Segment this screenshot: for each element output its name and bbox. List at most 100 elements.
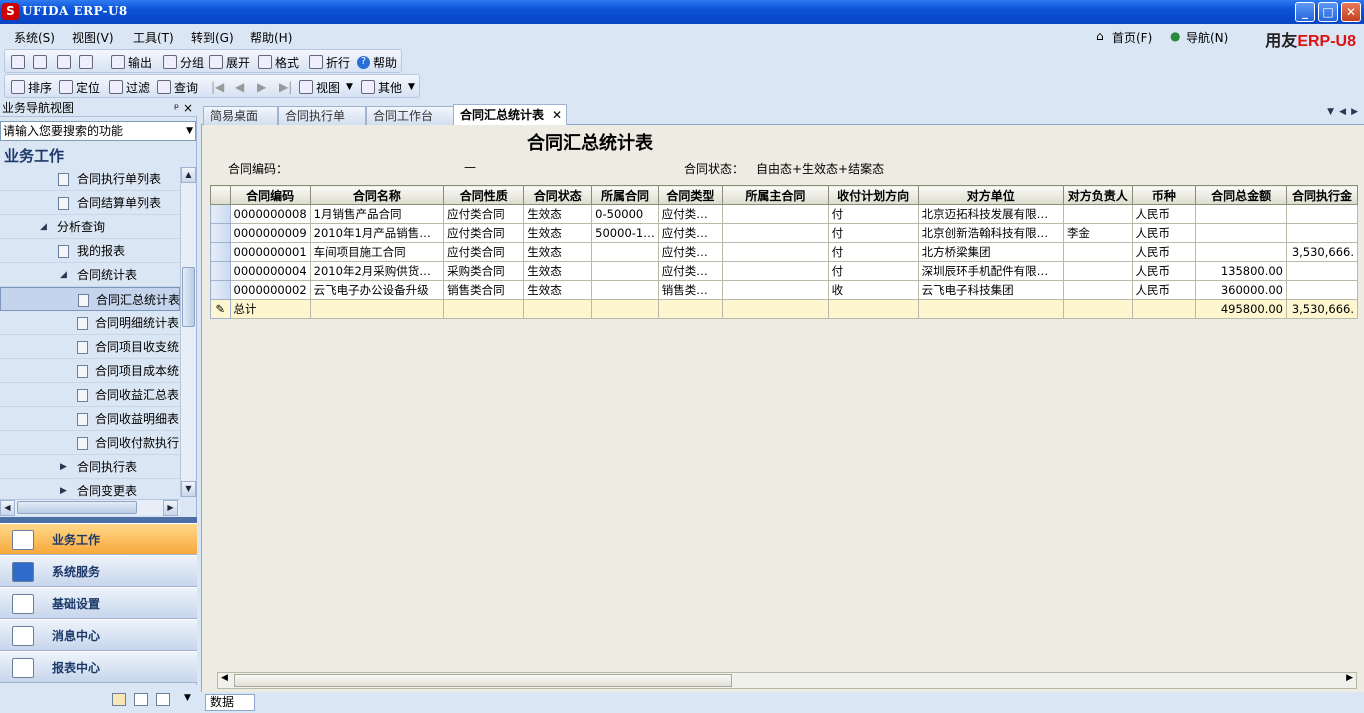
tree-item-contract-change[interactable]: ▶ 合同变更表 — [0, 479, 180, 497]
home-link[interactable]: 首页(F) — [1112, 29, 1152, 46]
column-header[interactable]: 合同编码 — [229, 185, 311, 205]
table-cell[interactable]: 360000.00 — [1195, 280, 1288, 300]
tree-item-contract-settle-list[interactable]: 合同结算单列表 — [0, 191, 180, 215]
table-cell[interactable]: 0000000008 — [229, 204, 311, 224]
table-cell[interactable]: 销售类合同 — [443, 280, 525, 300]
row-header[interactable] — [210, 204, 231, 224]
tree-item-contract-exec-list[interactable]: 合同执行单列表 — [0, 167, 180, 191]
table-cell[interactable]: 50000-1… — [591, 223, 659, 243]
row-header[interactable] — [210, 242, 231, 262]
table-cell[interactable] — [1062, 261, 1133, 281]
tab-prev-icon[interactable]: ◀ — [1339, 107, 1346, 117]
tab-contract-exec[interactable]: 合同执行单 — [278, 106, 366, 125]
table-cell[interactable]: 2010年1月产品销售… — [309, 223, 445, 243]
table-cell[interactable]: 云飞电子科技集团 — [917, 280, 1064, 300]
scroll-right-icon[interactable]: ▶ — [1346, 673, 1353, 683]
table-cell[interactable]: 应付类… — [657, 223, 724, 243]
sort-button[interactable]: 排序 — [11, 78, 52, 96]
column-header[interactable]: 对方单位 — [917, 185, 1064, 205]
column-header[interactable]: 合同状态 — [523, 185, 593, 205]
table-cell[interactable]: 应付类合同 — [443, 204, 525, 224]
table-cell[interactable]: 2010年2月采购供货… — [309, 261, 445, 281]
scroll-left-icon[interactable]: ◀ — [0, 500, 15, 516]
maximize-button[interactable]: □ — [1318, 2, 1338, 22]
tree-item-my-reports[interactable]: 我的报表 — [0, 239, 180, 263]
tab-list-icon[interactable]: ▼ — [1327, 107, 1334, 117]
nav-basic-settings[interactable]: 基础设置 — [0, 587, 197, 619]
tab-simple-desktop[interactable]: 简易桌面 — [203, 106, 278, 125]
table-row[interactable]: 0000000002 云飞电子办公设备升级 销售类合同 生效态 销售类… 收云飞电子科技集… — [210, 280, 1358, 300]
navigate-link[interactable]: 导航(N) — [1186, 29, 1228, 46]
table-cell[interactable] — [722, 204, 829, 224]
grid-horizontal-scrollbar[interactable]: ◀ ▶ — [217, 672, 1357, 689]
tree-item-contract-detail-stats[interactable]: 合同明细统计表 — [0, 311, 180, 335]
table-cell[interactable]: 李金 — [1062, 223, 1133, 243]
column-header[interactable]: 合同性质 — [443, 185, 525, 205]
column-header[interactable]: 所属合同 — [591, 185, 659, 205]
table-cell[interactable] — [591, 261, 659, 281]
save-as-button[interactable] — [79, 53, 96, 71]
table-cell[interactable]: 北京迈拓科技发展有限… — [917, 204, 1064, 224]
tree-item-income-summary[interactable]: 合同收益汇总表 — [0, 383, 180, 407]
list-icon[interactable] — [134, 693, 148, 706]
table-cell[interactable] — [1062, 204, 1133, 224]
table-cell[interactable]: 北京创新浩翰科技有限… — [917, 223, 1064, 243]
tree-item-project-income-expense[interactable]: 合同项目收支统 — [0, 335, 180, 359]
table-cell[interactable]: 应付类… — [657, 242, 724, 262]
table-cell[interactable]: 0-50000 — [591, 204, 659, 224]
tree-item-project-cost[interactable]: 合同项目成本统 — [0, 359, 180, 383]
data-tab[interactable]: 数据 — [205, 694, 255, 711]
tree-vertical-scrollbar[interactable]: ▲ ▼ — [180, 167, 196, 497]
minimize-button[interactable]: _ — [1295, 2, 1315, 22]
table-cell[interactable]: 生效态 — [523, 261, 593, 281]
table-cell[interactable]: 人民币 — [1131, 280, 1197, 300]
next-page-icon[interactable]: ▶ — [257, 80, 266, 94]
table-cell[interactable]: 生效态 — [523, 242, 593, 262]
view-button[interactable]: 视图 ▼ — [299, 78, 353, 96]
column-header[interactable]: 合同名称 — [309, 185, 445, 205]
table-cell[interactable]: 人民币 — [1131, 204, 1197, 224]
tab-contract-workbench[interactable]: 合同工作台 — [366, 106, 454, 125]
close-button[interactable]: ✕ — [1341, 2, 1361, 22]
tree-item-payment-exec[interactable]: 合同收付款执行 — [0, 431, 180, 455]
table-row[interactable]: 0000000008 1月销售产品合同 应付类合同 生效态 0-50000 应付类… 付北京… — [210, 204, 1358, 224]
tree-item-contract-stats[interactable]: ◢ 合同统计表 — [0, 263, 180, 287]
column-header[interactable]: 所属主合同 — [722, 185, 829, 205]
table-cell[interactable] — [1195, 223, 1288, 243]
scroll-down-icon[interactable]: ▼ — [181, 481, 196, 497]
tree-horizontal-scrollbar[interactable]: ◀ ▶ — [0, 499, 180, 516]
tab-next-icon[interactable]: ▶ — [1351, 107, 1358, 117]
table-row[interactable]: 0000000009 2010年1月产品销售… 应付类合同 生效态 50000-1… 应付… — [210, 223, 1358, 243]
group-button[interactable]: 分组 — [163, 53, 204, 71]
table-cell[interactable]: 应付类合同 — [443, 223, 525, 243]
menu-help[interactable]: 帮助(H) — [250, 29, 292, 46]
tree-icon[interactable] — [156, 693, 170, 706]
expanded-arrow-icon[interactable]: ◢ — [60, 263, 67, 287]
tree-item-contract-summary-stats[interactable]: 合同汇总统计表 — [0, 287, 180, 311]
function-search-input[interactable]: 请输入您要搜索的功能 ▼ — [0, 121, 196, 141]
nav-system-service[interactable]: 系统服务 — [0, 555, 197, 587]
query-button[interactable]: 查询 — [157, 78, 198, 96]
tab-close-icon[interactable]: ✕ — [552, 105, 562, 125]
scroll-left-icon[interactable]: ◀ — [221, 673, 228, 683]
prev-page-icon[interactable]: ◀ — [235, 80, 244, 94]
table-cell[interactable] — [722, 261, 829, 281]
column-header[interactable]: 币种 — [1131, 185, 1197, 205]
table-cell[interactable]: 云飞电子办公设备升级 — [309, 280, 445, 300]
table-row[interactable]: 0000000004 2010年2月采购供货… 采购类合同 生效态 应付类… 付深圳辰环手… — [210, 261, 1358, 281]
table-cell[interactable] — [591, 242, 659, 262]
tab-contract-summary[interactable]: 合同汇总统计表 ✕ — [453, 104, 567, 125]
table-cell[interactable] — [722, 223, 829, 243]
table-cell[interactable]: 北方桥梁集团 — [917, 242, 1064, 262]
nav-business-work[interactable]: 业务工作 — [0, 523, 197, 555]
panel-pin-close-icon[interactable]: ᵖ × — [174, 99, 193, 117]
table-cell[interactable]: 0000000001 — [229, 242, 311, 262]
column-header[interactable]: 对方负责人 — [1062, 185, 1133, 205]
table-cell[interactable]: 销售类… — [657, 280, 724, 300]
collapsed-arrow-icon[interactable]: ▶ — [60, 479, 67, 497]
table-cell[interactable] — [1286, 261, 1358, 281]
table-cell[interactable] — [722, 280, 829, 300]
table-cell[interactable]: 3,530,666. — [1286, 242, 1358, 262]
scroll-right-icon[interactable]: ▶ — [163, 500, 178, 516]
table-cell[interactable]: 生效态 — [523, 223, 593, 243]
